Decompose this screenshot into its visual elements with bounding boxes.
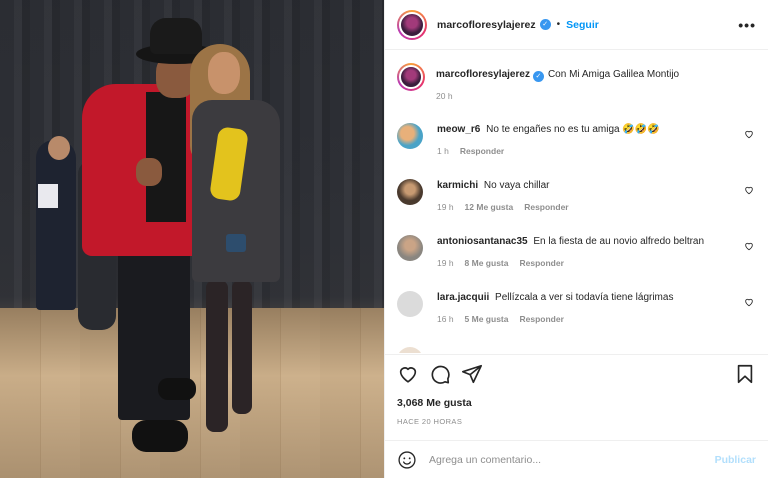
comment-item: karmichi No vaya chillar 19 h 12 Me gusta…: [397, 179, 756, 235]
instagram-post-viewer: marcofloresylajerez ✓ • Seguir ••• marco…: [0, 0, 768, 478]
caption: marcofloresylajerez ✓ Con Mi Amiga Galilea…: [397, 63, 756, 123]
comment-text: No te engañes no es tu amiga 🤣🤣🤣: [486, 124, 660, 135]
comment-like-heart-icon[interactable]: [744, 185, 754, 195]
comment-item: meow_r6 No te engañes no es tu amiga 🤣🤣🤣…: [397, 123, 756, 179]
reply-button[interactable]: Responder: [524, 202, 568, 212]
comment-text-line: meow_r6 No te engañes no es tu amiga 🤣🤣🤣: [437, 123, 756, 137]
comment-body: antoniosantanac35 En la fiesta de au nov…: [437, 235, 756, 291]
avatar-image: [399, 11, 425, 38]
comment-text-line: karmichi No vaya chillar: [437, 179, 756, 193]
cowboy-hat: [150, 18, 202, 54]
comment-text: Pellízcala a ver si todavía tiene lágrim…: [495, 292, 674, 303]
post-header: marcofloresylajerez ✓ • Seguir •••: [385, 0, 768, 50]
caption-text: Con Mi Amiga Galilea Montijo: [547, 69, 680, 80]
comment-username[interactable]: antoniosantanac35: [437, 236, 528, 247]
background-person-head: [48, 136, 70, 160]
comment-body: karmichi No vaya chillar 19 h 12 Me gusta…: [437, 179, 756, 235]
comment-meta: 19 h 12 Me gusta Responder: [437, 202, 756, 212]
comment-body: lara.jacquii Pellízcala a ver si todavía…: [437, 291, 756, 347]
caption-body: marcofloresylajerez ✓ Con Mi Amiga Galilea…: [436, 63, 756, 123]
action-icons-row: [397, 355, 756, 393]
publish-button[interactable]: Publicar: [715, 454, 756, 466]
likes-count[interactable]: 3,068 Me gusta: [397, 397, 756, 409]
verified-badge-icon: ✓: [532, 71, 544, 82]
commenter-avatar[interactable]: [397, 235, 423, 261]
heart-icon[interactable]: [397, 363, 419, 385]
comment-item: antoniosantanac35 En la fiesta de au nov…: [397, 235, 756, 291]
comment-like-heart-icon[interactable]: [744, 297, 754, 307]
emoji-icon[interactable]: [397, 450, 417, 470]
comment-time[interactable]: 1 h: [437, 146, 449, 156]
comment-icon[interactable]: [429, 363, 451, 385]
comment-input[interactable]: [429, 453, 715, 466]
comment-item: lara.jacquii Pellízcala a ver si todavía…: [397, 291, 756, 347]
comment-like-heart-icon[interactable]: [744, 129, 754, 139]
comment-text-line: antoniosantanac35 En la fiesta de au nov…: [437, 235, 756, 249]
woman-face: [208, 52, 240, 94]
caption-text-line: marcofloresylajerez ✓ Con Mi Amiga Galilea…: [436, 68, 756, 82]
comment-time[interactable]: 16 h: [437, 314, 454, 324]
caption-avatar[interactable]: [397, 63, 425, 91]
woman-leg: [232, 280, 252, 414]
author-username[interactable]: marcofloresylajerez: [437, 19, 536, 31]
reply-button[interactable]: Responder: [460, 146, 504, 156]
comment-text-line: lara.jacquii Pellízcala a ver si todavía…: [437, 291, 756, 305]
bookmark-icon[interactable]: [734, 363, 756, 385]
reply-button[interactable]: Responder: [519, 258, 563, 268]
caption-time[interactable]: 20 h: [436, 91, 453, 101]
post-photo[interactable]: [0, 0, 384, 478]
commenter-avatar-placeholder[interactable]: [397, 291, 423, 317]
comment-text: No vaya chillar: [483, 180, 550, 191]
commenter-avatar[interactable]: [397, 347, 423, 353]
share-icon[interactable]: [461, 363, 483, 385]
separator-dot: •: [556, 19, 561, 30]
caption-meta: 20 h: [436, 91, 756, 101]
verified-badge-icon: ✓: [539, 19, 551, 30]
comment-likes[interactable]: 5 Me gusta: [465, 314, 509, 324]
background-person: [36, 140, 76, 310]
reply-button[interactable]: Responder: [519, 314, 563, 324]
man-hand: [136, 158, 162, 186]
follow-button[interactable]: Seguir: [566, 19, 599, 31]
avatar-image: [399, 65, 423, 89]
comment-meta: 19 h 8 Me gusta Responder: [437, 258, 756, 268]
comment-likes[interactable]: 8 Me gusta: [465, 258, 509, 268]
comment-username[interactable]: meow_r6: [437, 124, 480, 135]
clutch-bag: [226, 234, 246, 252]
post-timestamp[interactable]: HACE 20 HORAS: [397, 417, 756, 426]
commenter-avatar[interactable]: [397, 123, 423, 149]
comment-meta: 1 h Responder: [437, 146, 756, 156]
man-shirt: [146, 92, 186, 222]
man-shoe: [158, 378, 196, 400]
comment-like-heart-icon[interactable]: [744, 241, 754, 251]
comment-likes[interactable]: 12 Me gusta: [465, 202, 514, 212]
comment-time[interactable]: 19 h: [437, 258, 454, 268]
more-options-icon[interactable]: •••: [738, 17, 756, 33]
background-paper: [38, 184, 58, 208]
add-comment-bar: Publicar: [385, 440, 768, 478]
caption-username[interactable]: marcofloresylajerez: [436, 69, 530, 80]
man-shoe: [132, 420, 188, 452]
comment-text: En la fiesta de au novio alfredo beltran: [533, 236, 705, 247]
comment-item-partial: [397, 347, 756, 353]
comment-time[interactable]: 19 h: [437, 202, 454, 212]
comments-list[interactable]: marcofloresylajerez ✓ Con Mi Amiga Galilea…: [385, 51, 768, 353]
woman-leg: [206, 280, 228, 432]
comment-username[interactable]: lara.jacquii: [437, 292, 489, 303]
author-avatar[interactable]: [397, 9, 427, 40]
commenter-avatar[interactable]: [397, 179, 423, 205]
comment-meta: 16 h 5 Me gusta Responder: [437, 314, 756, 324]
comment-username[interactable]: karmichi: [437, 180, 478, 191]
comment-body: meow_r6 No te engañes no es tu amiga 🤣🤣🤣…: [437, 123, 756, 179]
post-details-panel: marcofloresylajerez ✓ • Seguir ••• marco…: [384, 0, 768, 478]
post-actions: 3,068 Me gusta HACE 20 HORAS: [385, 354, 768, 426]
